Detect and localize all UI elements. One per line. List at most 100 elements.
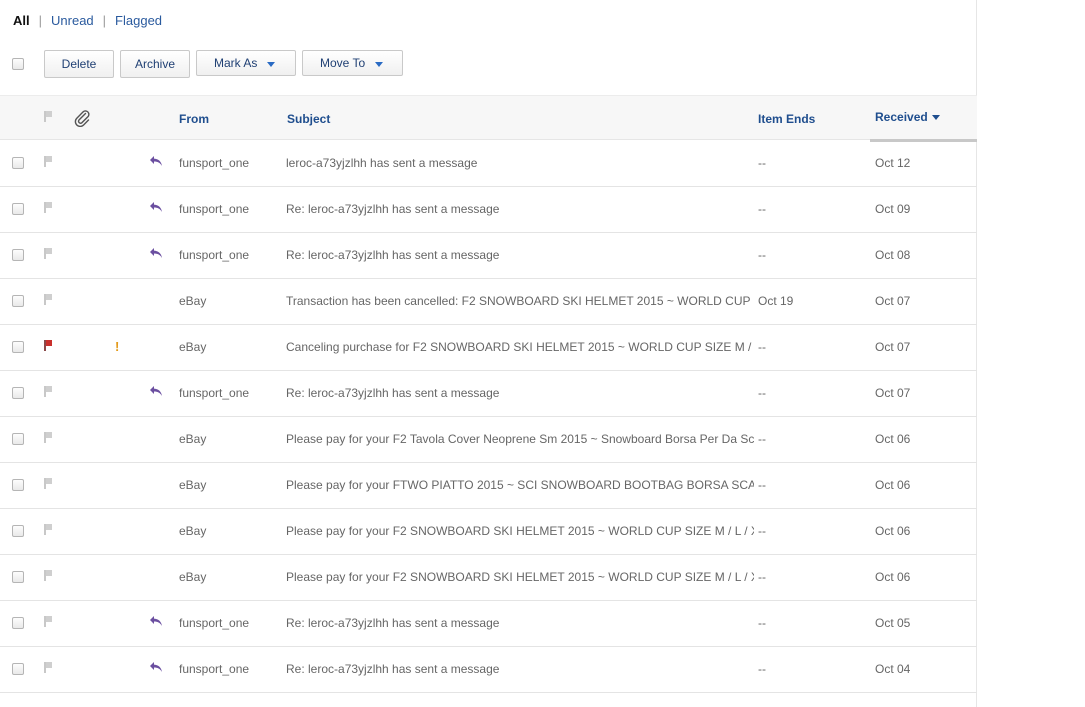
flag-icon[interactable]: [44, 386, 52, 397]
delete-button[interactable]: Delete: [44, 50, 114, 78]
row-checkbox[interactable]: [12, 387, 24, 399]
row-checkbox[interactable]: [12, 433, 24, 445]
table-row[interactable]: funsport_one Re: leroc-a73yjzlhh has sent…: [0, 233, 977, 279]
row-checkbox[interactable]: [12, 203, 24, 215]
replied-icon: [150, 248, 162, 258]
table-row[interactable]: funsport_one Re: leroc-a73yjzlhh has sent…: [0, 601, 977, 647]
row-checkbox[interactable]: [12, 249, 24, 261]
table-row[interactable]: funsport_one Re: leroc-a73yjzlhh has sent…: [0, 187, 977, 233]
message-item-ends: --: [758, 662, 766, 676]
row-checkbox[interactable]: [12, 617, 24, 629]
message-item-ends: --: [758, 570, 766, 584]
flag-icon[interactable]: [44, 202, 52, 213]
message-subject: Re: leroc-a73yjzlhh has sent a message: [286, 202, 500, 216]
flag-icon[interactable]: [44, 156, 52, 167]
archive-button[interactable]: Archive: [120, 50, 190, 78]
row-checkbox[interactable]: [12, 341, 24, 353]
message-subject: Re: leroc-a73yjzlhh has sent a message: [286, 662, 500, 676]
table-row[interactable]: eBay Please pay for your F2 Tavola Cover …: [0, 417, 977, 463]
select-all-checkbox[interactable]: [12, 58, 24, 70]
message-item-ends: --: [758, 478, 766, 492]
message-list-pane: All | Unread | Flagged Delete Archive Ma…: [0, 0, 977, 707]
message-received: Oct 05: [875, 616, 911, 630]
mark-as-label: Mark As: [214, 56, 258, 70]
message-subject: Re: leroc-a73yjzlhh has sent a message: [286, 616, 500, 630]
mark-as-dropdown[interactable]: Mark As: [196, 50, 296, 76]
message-subject: Canceling purchase for F2 SNOWBOARD SKI …: [286, 340, 754, 354]
message-subject: leroc-a73yjzlhh has sent a message: [286, 156, 478, 170]
row-checkbox[interactable]: [12, 525, 24, 537]
message-subject: Re: leroc-a73yjzlhh has sent a message: [286, 248, 500, 262]
filter-bar: All | Unread | Flagged: [13, 13, 162, 28]
message-subject: Please pay for your F2 SNOWBOARD SKI HEL…: [286, 570, 754, 584]
flag-icon[interactable]: [44, 478, 52, 489]
flag-icon[interactable]: [44, 570, 52, 581]
chevron-down-icon: [267, 61, 276, 67]
filter-all[interactable]: All: [13, 13, 30, 28]
table-row[interactable]: eBay Please pay for your F2 SNOWBOARD SKI…: [0, 509, 977, 555]
message-received: Oct 06: [875, 524, 911, 538]
row-checkbox[interactable]: [12, 571, 24, 583]
filter-separator: |: [102, 13, 107, 28]
paperclip-icon[interactable]: [73, 109, 91, 127]
row-checkbox[interactable]: [12, 295, 24, 307]
message-received: Oct 07: [875, 386, 911, 400]
message-received: Oct 06: [875, 432, 911, 446]
row-checkbox[interactable]: [12, 663, 24, 675]
replied-icon: [150, 386, 162, 396]
column-received[interactable]: Received: [875, 110, 940, 124]
table-row[interactable]: funsport_one Re: leroc-a73yjzlhh has sent…: [0, 371, 977, 417]
message-from: funsport_one: [179, 616, 250, 630]
message-received: Oct 08: [875, 248, 911, 262]
column-from[interactable]: From: [179, 112, 209, 126]
message-item-ends: --: [758, 432, 766, 446]
filter-flagged[interactable]: Flagged: [115, 13, 162, 28]
message-item-ends: Oct 19: [758, 294, 794, 308]
table-row[interactable]: eBay Please pay for your FTWO PIATTO 2015…: [0, 463, 977, 509]
message-from: eBay: [179, 294, 207, 308]
priority-icon: !: [115, 339, 120, 354]
message-received: Oct 07: [875, 340, 911, 354]
row-checkbox[interactable]: [12, 479, 24, 491]
table-row[interactable]: eBay Transaction has been cancelled: F2 S…: [0, 279, 977, 325]
column-received-label: Received: [875, 110, 928, 124]
filter-unread[interactable]: Unread: [51, 13, 94, 28]
message-received: Oct 12: [875, 156, 911, 170]
flag-icon[interactable]: [44, 340, 52, 351]
flag-icon[interactable]: [44, 294, 52, 305]
replied-icon: [150, 202, 162, 212]
table-row[interactable]: ! eBay Canceling purchase for F2 SNOWBOARD…: [0, 325, 977, 371]
replied-icon: [150, 616, 162, 626]
message-item-ends: --: [758, 340, 766, 354]
right-pane: [978, 0, 1085, 707]
table-header: From Subject Item Ends Received: [0, 95, 977, 142]
table-row[interactable]: funsport_one Re: leroc-a73yjzlhh has sent…: [0, 647, 977, 693]
column-subject[interactable]: Subject: [287, 112, 330, 126]
flag-icon[interactable]: [44, 524, 52, 535]
message-from: eBay: [179, 570, 207, 584]
message-from: eBay: [179, 478, 207, 492]
column-item-ends[interactable]: Item Ends: [758, 112, 815, 126]
toolbar: Delete Archive Mark As Move To: [0, 50, 977, 78]
table-row[interactable]: funsport_one leroc-a73yjzlhh has sent a m…: [0, 141, 977, 187]
filter-separator: |: [38, 13, 43, 28]
message-subject: Transaction has been cancelled: F2 SNOWB…: [286, 294, 754, 308]
flag-column-icon[interactable]: [44, 111, 52, 122]
flag-icon[interactable]: [44, 616, 52, 627]
move-to-label: Move To: [320, 56, 366, 70]
flag-icon[interactable]: [44, 248, 52, 259]
message-from: eBay: [179, 340, 207, 354]
message-item-ends: --: [758, 386, 766, 400]
table-row[interactable]: eBay Please pay for your F2 SNOWBOARD SKI…: [0, 555, 977, 601]
message-from: funsport_one: [179, 202, 250, 216]
message-from: funsport_one: [179, 156, 250, 170]
message-item-ends: --: [758, 156, 766, 170]
replied-icon: [150, 662, 162, 672]
flag-icon[interactable]: [44, 662, 52, 673]
move-to-dropdown[interactable]: Move To: [302, 50, 403, 76]
message-from: funsport_one: [179, 662, 250, 676]
message-from: funsport_one: [179, 386, 250, 400]
message-received: Oct 06: [875, 478, 911, 492]
flag-icon[interactable]: [44, 432, 52, 443]
row-checkbox[interactable]: [12, 157, 24, 169]
